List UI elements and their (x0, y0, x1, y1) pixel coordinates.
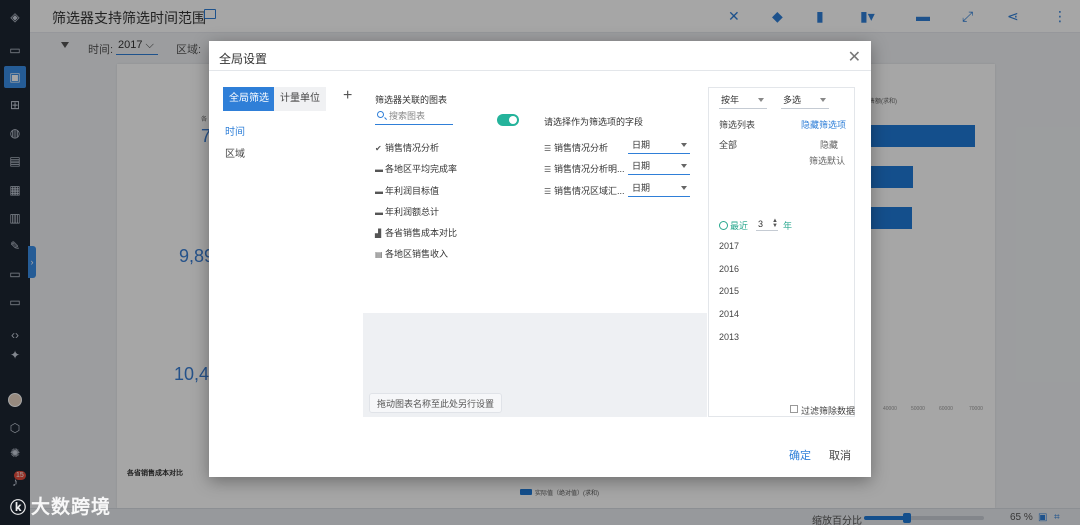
filter-empty-label: 过滤筛除数据 (801, 406, 856, 416)
bar-chart-icon: ▤ (375, 250, 383, 259)
year-option[interactable]: 2017 (719, 241, 739, 251)
field-select[interactable]: 日期 (628, 138, 690, 154)
tab-unit[interactable]: 计量单位 (274, 87, 326, 111)
chart-item[interactable]: ▬ 年利润目标值 (375, 184, 439, 197)
chevron-down-icon (758, 98, 764, 102)
filter-item-time[interactable]: 时间 (225, 123, 245, 138)
table-icon: ☰ (544, 144, 552, 153)
linked-chart: ☰ 销售情况分析 (544, 141, 608, 154)
add-icon[interactable]: + (343, 87, 352, 105)
chart-item[interactable]: ✔ 销售情况分析 (375, 141, 439, 154)
field-select[interactable]: 日期 (628, 159, 690, 175)
cancel-button[interactable]: 取消 (829, 447, 851, 463)
year-option[interactable]: 2013 (719, 332, 739, 342)
recent-unit: 年 (783, 221, 793, 231)
linked-charts-list: 筛选器关联的图表 请选择作为筛选项的字段 ✔销售情况分析 ▬各地区平均完成率 ▬… (363, 87, 707, 313)
chart-item-label: 各地区平均完成率 (385, 164, 458, 174)
table-icon: ▬ (375, 187, 383, 196)
search-icon (377, 111, 384, 118)
stepper-icon[interactable]: ▲ ▼ (772, 218, 778, 229)
ok-button[interactable]: 确定 (789, 447, 811, 463)
year-option[interactable]: 2015 (719, 286, 739, 296)
chevron-down-icon (681, 143, 687, 147)
field-select-value: 日期 (632, 183, 651, 193)
link-toggle[interactable] (497, 114, 519, 126)
table-icon: ▬ (375, 165, 383, 174)
dialog-title: 全局设置 (219, 52, 268, 66)
chart-item-label: 各地区销售收入 (385, 249, 449, 259)
filter-options-panel: 按年 多选 筛选列表 隐藏筛选项 全部 隐藏 筛选默认 最近 3 ▲ ▼ 年 201… (708, 87, 855, 417)
linked-chart: ☰ 销售情况区域汇... (544, 184, 625, 197)
year-option[interactable]: 2014 (719, 309, 739, 319)
chart-search[interactable] (375, 109, 453, 125)
chart-item[interactable]: ▬ 年利润额总计 (375, 205, 439, 218)
granularity-value: 按年 (721, 95, 740, 105)
bar-chart-icon: ▟ (375, 229, 382, 238)
chart-item-label: 销售情况分析 (385, 143, 440, 153)
linked-chart: ☰ 销售情况分析明... (544, 162, 625, 175)
year-option[interactable]: 2016 (719, 264, 739, 274)
chart-item-label: 年利润目标值 (385, 186, 440, 196)
close-icon[interactable]: ✕ (848, 47, 861, 67)
recent-number-value: 3 (758, 219, 764, 229)
global-settings-dialog: 全局设置 ✕ 全局筛选 计量单位 + 时间 区域 筛选器关联的图表 请选择作为筛… (209, 41, 871, 477)
chevron-down-icon (681, 186, 687, 190)
recent-label: 最近 (730, 221, 749, 231)
field-select-value: 日期 (632, 140, 651, 150)
dialog-header: 全局设置 ✕ (209, 41, 871, 71)
hide-filter-link[interactable]: 隐藏筛选项 (801, 118, 846, 131)
recent-option[interactable]: 最近 (719, 219, 748, 232)
recent-number-input[interactable]: 3 ▲ ▼ (756, 218, 778, 231)
clock-icon (719, 221, 728, 230)
table-icon: ▬ (375, 208, 383, 217)
mode-select[interactable]: 多选 (781, 93, 829, 109)
mode-value: 多选 (783, 95, 802, 105)
watermark-text: 大数跨境 (31, 497, 112, 518)
linked-charts-panel: 筛选器关联的图表 请选择作为筛选项的字段 ✔销售情况分析 ▬各地区平均完成率 ▬… (363, 87, 707, 417)
chart-item-label: 年利润额总计 (385, 207, 440, 217)
default-option[interactable]: 筛选默认 (809, 154, 845, 167)
watermark-logo-icon: ⓚ (10, 500, 28, 517)
linked-chart-label: 销售情况区域汇... (554, 186, 625, 196)
chart-item-label: 各省销售成本对比 (385, 228, 458, 238)
chart-item[interactable]: ▟ 各省销售成本对比 (375, 226, 457, 239)
hide-option[interactable]: 隐藏 (820, 138, 838, 151)
chart-search-input[interactable] (389, 109, 451, 123)
granularity-select[interactable]: 按年 (719, 93, 767, 109)
field-header: 请选择作为筛选项的字段 (544, 117, 644, 127)
all-option[interactable]: 全部 (719, 138, 737, 151)
chart-item[interactable]: ▤ 各地区销售收入 (375, 247, 448, 260)
chevron-down-icon (820, 98, 826, 102)
tab-global-filter[interactable]: 全局筛选 (223, 87, 275, 111)
drag-drop-zone[interactable]: 拖动图表名称至此处另行设置 (369, 393, 503, 413)
filter-list-label: 筛选列表 (719, 120, 756, 130)
filter-empty-checkbox[interactable] (790, 405, 798, 413)
filter-item-region[interactable]: 区域 (225, 145, 245, 160)
chart-item[interactable]: ▬ 各地区平均完成率 (375, 162, 457, 175)
field-select[interactable]: 日期 (628, 181, 690, 197)
linked-charts-header: 筛选器关联的图表 (375, 95, 448, 105)
watermark: ⓚ 大数跨境 (10, 492, 111, 519)
linked-chart-label: 销售情况分析明... (554, 164, 625, 174)
table-icon: ☰ (544, 165, 552, 174)
field-select-value: 日期 (632, 161, 651, 171)
table-icon: ☰ (544, 187, 552, 196)
linked-chart-label: 销售情况分析 (554, 143, 609, 153)
toggle-knob (509, 116, 517, 124)
line-chart-icon: ✔ (375, 144, 382, 153)
chevron-down-icon (681, 164, 687, 168)
